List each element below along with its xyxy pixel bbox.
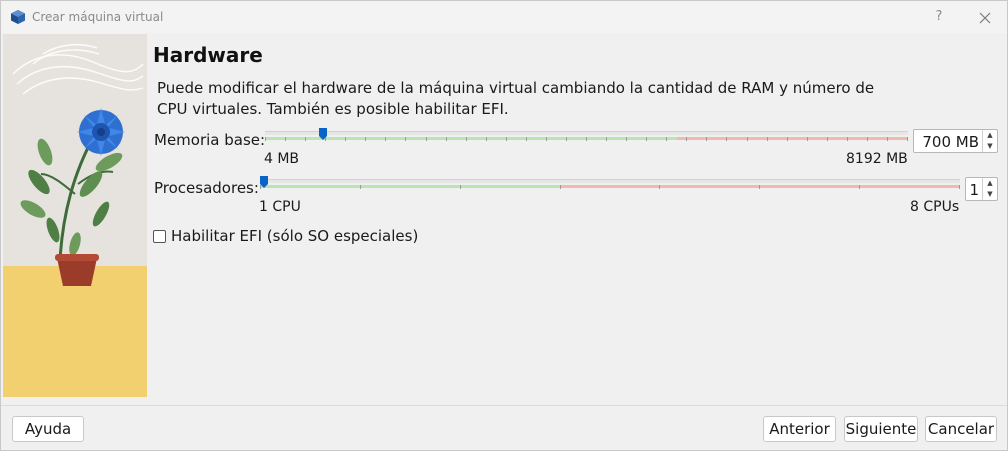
slider-tick	[767, 137, 768, 141]
memory-max-label: 8192 MB	[846, 151, 908, 167]
slider-tick	[486, 137, 487, 141]
processors-tick-marks	[260, 185, 960, 189]
slider-tick	[345, 137, 346, 141]
slider-tick	[726, 137, 727, 141]
back-button[interactable]: Anterior	[763, 416, 836, 442]
slider-tick	[887, 137, 888, 141]
spin-down-icon[interactable]: ▼	[983, 189, 997, 200]
page-title: Hardware	[153, 43, 263, 67]
help-button[interactable]: Ayuda	[12, 416, 84, 442]
next-button[interactable]: Siguiente	[844, 416, 918, 442]
dialog-window: Crear máquina virtual ? Hardware Puede m…	[0, 0, 1008, 451]
slider-tick	[506, 137, 507, 141]
close-icon	[979, 12, 991, 23]
processors-min-label: 1 CPU	[259, 199, 301, 215]
cancel-button[interactable]: Cancelar	[925, 416, 997, 442]
slider-tick	[546, 137, 547, 141]
title-bar: Crear máquina virtual ?	[1, 1, 1007, 33]
memory-spinbox-arrows: ▲ ▼	[982, 130, 997, 152]
processors-spinbox-value[interactable]: 1	[969, 181, 979, 199]
slider-tick	[626, 137, 627, 141]
slider-tick	[460, 185, 461, 189]
memory-label: Memoria base:	[154, 131, 266, 149]
slider-tick	[305, 137, 306, 141]
processors-spinbox[interactable]: 1 ▲ ▼	[965, 177, 998, 201]
slider-tick	[385, 137, 386, 141]
slider-tick	[606, 137, 607, 141]
window-title: Crear máquina virtual	[32, 10, 164, 24]
slider-tick	[646, 137, 647, 141]
slider-tick	[560, 185, 561, 189]
slider-tick	[666, 137, 667, 141]
spin-up-icon[interactable]: ▲	[983, 178, 997, 189]
memory-slider-handle[interactable]	[319, 128, 327, 140]
slider-tick	[747, 137, 748, 141]
slider-tick	[859, 185, 860, 189]
slider-tick	[787, 137, 788, 141]
slider-tick	[659, 185, 660, 189]
slider-tick	[566, 137, 567, 141]
slider-tick	[807, 137, 808, 141]
memory-tick-marks	[265, 137, 908, 141]
slider-tick	[959, 185, 960, 189]
processors-max-label: 8 CPUs	[910, 199, 960, 215]
slider-tick	[759, 185, 760, 189]
slider-tick	[907, 137, 908, 141]
slider-tick	[365, 137, 366, 141]
memory-min-label: 4 MB	[264, 151, 300, 167]
processors-slider-handle[interactable]	[260, 176, 268, 188]
button-bar: Ayuda Anterior Siguiente Cancelar	[1, 405, 1007, 450]
spin-down-icon[interactable]: ▼	[983, 141, 997, 152]
page-description: Puede modificar el hardware de la máquin…	[157, 79, 875, 118]
memory-slider[interactable]	[265, 128, 908, 150]
processors-slider[interactable]	[260, 176, 960, 198]
virtualbox-icon	[11, 10, 25, 24]
efi-checkbox[interactable]	[153, 230, 166, 243]
slider-tick	[686, 137, 687, 141]
spin-up-icon[interactable]: ▲	[983, 130, 997, 141]
slider-tick	[706, 137, 707, 141]
slider-tick	[285, 137, 286, 141]
slider-tick	[586, 137, 587, 141]
slider-tick	[426, 137, 427, 141]
slider-tick	[847, 137, 848, 141]
processors-slider-groove	[260, 179, 960, 183]
slider-tick	[360, 185, 361, 189]
slider-tick	[867, 137, 868, 141]
slider-tick	[405, 137, 406, 141]
memory-slider-groove	[265, 131, 908, 135]
slider-tick	[526, 137, 527, 141]
slider-tick	[466, 137, 467, 141]
efi-checkbox-label[interactable]: Habilitar EFI (sólo SO especiales)	[171, 227, 418, 245]
processors-spinbox-arrows: ▲ ▼	[982, 178, 997, 200]
memory-spinbox[interactable]: 700 MB ▲ ▼	[913, 129, 998, 153]
wizard-illustration	[3, 34, 147, 397]
slider-tick	[446, 137, 447, 141]
slider-tick	[265, 137, 266, 141]
slider-tick	[827, 137, 828, 141]
memory-spinbox-value[interactable]: 700 MB	[922, 133, 979, 151]
processors-label: Procesadores:	[154, 179, 259, 197]
close-button[interactable]	[963, 3, 1007, 31]
context-help-button[interactable]: ?	[923, 3, 955, 31]
